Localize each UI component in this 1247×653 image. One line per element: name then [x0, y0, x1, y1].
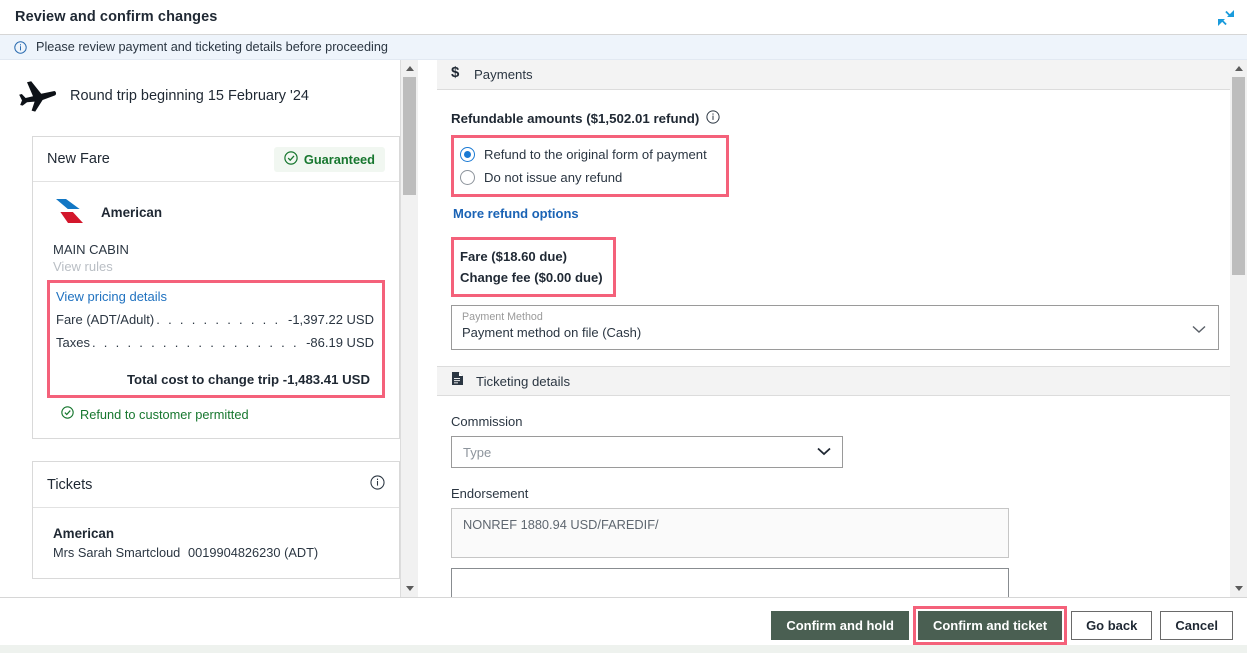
- cabin-label: MAIN CABIN: [53, 242, 129, 257]
- info-circle-icon[interactable]: [370, 474, 385, 495]
- new-fare-card: New Fare Guaranteed American MAIN CABIN …: [32, 136, 400, 439]
- check-circle-icon: [61, 406, 74, 422]
- chevron-down-icon: [1234, 586, 1243, 591]
- commission-label: Commission: [451, 414, 523, 429]
- radio-label: Refund to the original form of payment: [484, 147, 707, 162]
- ticket-row: Mrs Sarah Smartcloud 0019904826230 (ADT): [53, 545, 385, 560]
- cancel-button[interactable]: Cancel: [1160, 611, 1233, 640]
- status-badge: Guaranteed: [273, 146, 385, 172]
- leader-dots: . . . . . . . . . . . . . . . . . . . . …: [156, 312, 286, 327]
- leader-dots: . . . . . . . . . . . . . . . . . . . . …: [91, 335, 304, 350]
- info-banner: Please review payment and ticketing deta…: [0, 35, 1247, 60]
- commission-select[interactable]: Type: [451, 436, 843, 468]
- refundable-amounts-title: Refundable amounts ($1,502.01 refund): [451, 90, 1247, 135]
- airplane-icon: [18, 78, 58, 114]
- price-line-label: Taxes: [56, 335, 90, 350]
- chevron-up-icon: [1234, 66, 1243, 71]
- refund-options-highlight: Refund to the original form of payment D…: [451, 135, 729, 197]
- pricing-details-highlight: View pricing details Fare (ADT/Adult) . …: [47, 280, 385, 398]
- new-fare-card-header: New Fare Guaranteed: [33, 137, 399, 182]
- more-refund-options-link[interactable]: More refund options: [453, 206, 1247, 221]
- price-line: Fare (ADT/Adult) . . . . . . . . . . . .…: [56, 312, 374, 327]
- radio-icon-selected[interactable]: [460, 147, 475, 162]
- confirm-and-ticket-button[interactable]: Confirm and ticket: [917, 611, 1063, 640]
- radio-icon[interactable]: [460, 170, 475, 185]
- price-line-amount: -86.19 USD: [306, 335, 374, 350]
- left-panel-scrollbar[interactable]: [400, 60, 418, 597]
- tickets-card-header: Tickets: [33, 462, 399, 508]
- american-airlines-logo-icon: [53, 196, 91, 228]
- refund-permitted-note: Refund to customer permitted: [53, 398, 385, 428]
- check-circle-icon: [284, 150, 298, 168]
- chevron-down-icon[interactable]: [1192, 321, 1206, 339]
- collapse-arrows-icon[interactable]: [1217, 9, 1235, 27]
- ticket-carrier: American: [53, 526, 115, 541]
- status-badge-label: Guaranteed: [303, 151, 375, 167]
- dialog-titlebar: Review and confirm changes: [0, 0, 1247, 35]
- payment-method-value: Payment method on file (Cash): [462, 325, 642, 340]
- radio-no-refund[interactable]: Do not issue any refund: [460, 166, 726, 189]
- chevron-up-icon: [405, 66, 414, 71]
- refundable-amounts-label: Refundable amounts ($1,502.01 refund): [451, 111, 700, 126]
- extra-field-1[interactable]: [451, 568, 1009, 598]
- scroll-thumb[interactable]: [403, 77, 416, 195]
- fare-due-highlight: Fare ($18.60 due) Change fee ($0.00 due): [451, 237, 616, 297]
- price-line-amount: -1,397.22 USD: [288, 312, 374, 327]
- endorsement-field[interactable]: NONREF 1880.94 USD/FAREDIF/: [451, 508, 1009, 558]
- change-fee-due-label: Change fee ($0.00 due): [460, 270, 603, 285]
- trip-header: Round trip beginning 15 February '24: [0, 60, 418, 114]
- dialog-body: Round trip beginning 15 February '24 New…: [0, 60, 1247, 638]
- scroll-up-arrow[interactable]: [1230, 60, 1247, 77]
- ticketing-section-title: Ticketing details: [476, 373, 571, 389]
- right-details-panel: $ Payments Refundable amounts ($1,502.01…: [437, 60, 1247, 638]
- price-line: Taxes . . . . . . . . . . . . . . . . . …: [56, 335, 374, 350]
- carrier-row: American: [53, 196, 385, 228]
- page-title: Review and confirm changes: [15, 9, 218, 25]
- new-fare-card-body: American MAIN CABIN View rules View pric…: [33, 182, 399, 438]
- payments-section-title: Payments: [474, 67, 533, 82]
- passenger-name: Mrs Sarah Smartcloud: [53, 545, 181, 560]
- dollar-icon: $: [451, 64, 462, 85]
- payment-method-label: Payment Method: [462, 311, 543, 323]
- fare-due-label: Fare ($18.60 due): [460, 249, 567, 264]
- refund-permitted-label: Refund to customer permitted: [80, 406, 249, 422]
- radio-label: Do not issue any refund: [484, 170, 623, 185]
- go-back-button[interactable]: Go back: [1071, 611, 1153, 640]
- review-confirm-dialog: Review and confirm changes Please review…: [0, 0, 1247, 653]
- scroll-down-arrow[interactable]: [401, 580, 418, 597]
- price-line-label: Fare (ADT/Adult): [56, 312, 155, 327]
- tickets-card-body: American Mrs Sarah Smartcloud 0019904826…: [33, 508, 399, 578]
- trip-title: Round trip beginning 15 February '24: [70, 88, 309, 104]
- view-rules-link[interactable]: View rules: [53, 259, 385, 274]
- info-circle-icon: [14, 40, 27, 54]
- document-icon: [451, 371, 464, 391]
- payment-method-select[interactable]: Payment Method Payment method on file (C…: [451, 305, 1219, 350]
- tickets-card: Tickets American Mrs Sarah Smartcloud 00…: [32, 461, 400, 579]
- ticket-number: 0019904826230 (ADT): [188, 545, 319, 560]
- confirm-and-hold-button[interactable]: Confirm and hold: [771, 611, 909, 640]
- info-circle-icon[interactable]: [706, 110, 720, 127]
- payments-section-body: Refundable amounts ($1,502.01 refund) Re…: [437, 90, 1247, 350]
- bottom-strip: [0, 645, 1247, 653]
- ticketing-section-header: Ticketing details: [437, 366, 1247, 396]
- carrier-name: American: [101, 204, 163, 220]
- scroll-up-arrow[interactable]: [401, 60, 418, 77]
- radio-refund-original-form[interactable]: Refund to the original form of payment: [460, 143, 726, 166]
- scroll-down-arrow[interactable]: [1230, 580, 1247, 597]
- new-fare-title: New Fare: [47, 151, 110, 167]
- tickets-title: Tickets: [47, 476, 93, 493]
- endorsement-label: Endorsement: [451, 486, 529, 501]
- banner-text: Please review payment and ticketing deta…: [36, 40, 388, 54]
- chevron-down-icon: [405, 586, 414, 591]
- confirm-and-ticket-highlight: Confirm and ticket: [912, 606, 1068, 645]
- right-panel-scrollbar[interactable]: [1230, 60, 1247, 597]
- view-pricing-details-link[interactable]: View pricing details: [56, 289, 374, 304]
- left-summary-panel: Round trip beginning 15 February '24 New…: [0, 60, 418, 597]
- total-cost-line: Total cost to change trip -1,483.41 USD: [126, 372, 370, 387]
- svg-text:$: $: [451, 64, 460, 80]
- commission-placeholder: Type: [463, 444, 492, 460]
- payments-section-header: $ Payments: [437, 60, 1247, 90]
- chevron-down-icon[interactable]: [817, 443, 831, 461]
- scroll-thumb[interactable]: [1232, 77, 1245, 275]
